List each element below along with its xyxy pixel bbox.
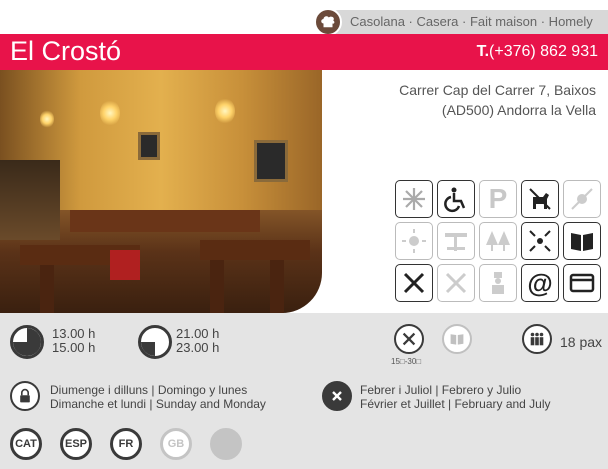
credit-card-icon — [563, 264, 601, 302]
lunch-open: 13.00 h — [52, 326, 96, 341]
trees-icon — [479, 222, 517, 260]
at-label: @ — [527, 267, 553, 298]
chair — [40, 265, 54, 313]
cuisine-text: Casolana · Casera · Fait maison · Homely — [350, 14, 593, 29]
address: Carrer Cap del Carrer 7, Baixos (AD500) … — [399, 80, 596, 120]
red-box — [110, 250, 140, 280]
phone-prefix: T. — [476, 43, 490, 60]
lunch-hours: 13.00 h 15.00 h — [52, 327, 95, 355]
knife-fork-icon — [395, 264, 433, 302]
lunch-close: 15.00 h — [52, 340, 96, 355]
wall-lamp — [100, 100, 120, 126]
closed-months-line2: Février et Juillet | February and July — [360, 397, 551, 411]
capacity-text: 18 pax — [560, 334, 603, 350]
people-icon — [522, 324, 552, 354]
cuisine-strip: Casolana · Casera · Fait maison · Homely — [314, 8, 608, 36]
dinner-close: 23.00 h — [176, 340, 220, 355]
sun-crossed-icon — [563, 180, 601, 218]
speech-bubble-icon — [210, 428, 242, 460]
children-icon — [521, 222, 559, 260]
table — [70, 210, 260, 232]
language-esp: ESP — [60, 428, 92, 460]
restaurant-header: El Crostó T.(+376) 862 931 — [0, 34, 608, 70]
picture-frame — [254, 140, 288, 182]
no-dogs-icon — [521, 180, 559, 218]
parking-icon: P — [479, 180, 517, 218]
lang-gb-label: GB — [167, 438, 185, 450]
chair — [270, 260, 284, 313]
lang-fr-label: FR — [118, 438, 134, 450]
snowflake-icon — [395, 180, 433, 218]
at-icon: @ — [521, 264, 559, 302]
restaurant-photo — [0, 70, 322, 313]
price-range: 15□-30□ — [391, 357, 422, 366]
phone-value: (+376) 862 931 — [489, 43, 598, 60]
wall-lamp — [215, 98, 235, 124]
chef-hat-icon — [314, 8, 342, 36]
shelf — [0, 160, 60, 240]
picture-frame — [138, 132, 160, 160]
close-circle-icon — [322, 381, 352, 411]
wheelchair-icon — [437, 180, 475, 218]
no-cutlery-icon — [437, 264, 475, 302]
closed-days-line1: Diumenge i dilluns | Domingo y lunes — [50, 383, 248, 397]
restaurant-name: El Crostó — [10, 36, 122, 66]
sun-icon — [395, 222, 433, 260]
chair — [210, 260, 224, 313]
closed-days-line2: Dimanche et lundi | Sunday and Monday — [50, 397, 266, 411]
language-fr: FR — [110, 428, 142, 460]
clock-icon-lunch — [10, 325, 44, 359]
closed-days: Diumenge i dilluns | Domingo y lunes Dim… — [50, 383, 266, 411]
chef-icon — [479, 264, 517, 302]
lang-cat-label: CAT — [15, 438, 37, 450]
address-line1: Carrer Cap del Carrer 7, Baixos — [399, 82, 596, 98]
phone-number[interactable]: T.(+376) 862 931 — [477, 43, 598, 61]
closed-months-line1: Febrer i Juliol | Febrero y Julio — [360, 383, 522, 397]
menu-book-icon — [563, 222, 601, 260]
wall-lamp — [40, 110, 54, 128]
cutlery-price-icon — [394, 324, 424, 354]
lock-icon — [10, 381, 40, 411]
table — [200, 240, 310, 260]
parking-label: P — [488, 183, 508, 214]
dinner-hours: 21.00 h 23.00 h — [176, 327, 219, 355]
terrace-icon — [437, 222, 475, 260]
language-cat: CAT — [10, 428, 42, 460]
language-gb: GB — [160, 428, 192, 460]
dinner-open: 21.00 h — [176, 326, 220, 341]
lang-esp-label: ESP — [64, 438, 87, 450]
closed-months: Febrer i Juliol | Febrero y Julio Févrie… — [360, 383, 551, 411]
address-line2: (AD500) Andorra la Vella — [441, 102, 596, 118]
menu-book-icon-round — [442, 324, 472, 354]
clock-icon-dinner — [138, 325, 172, 359]
